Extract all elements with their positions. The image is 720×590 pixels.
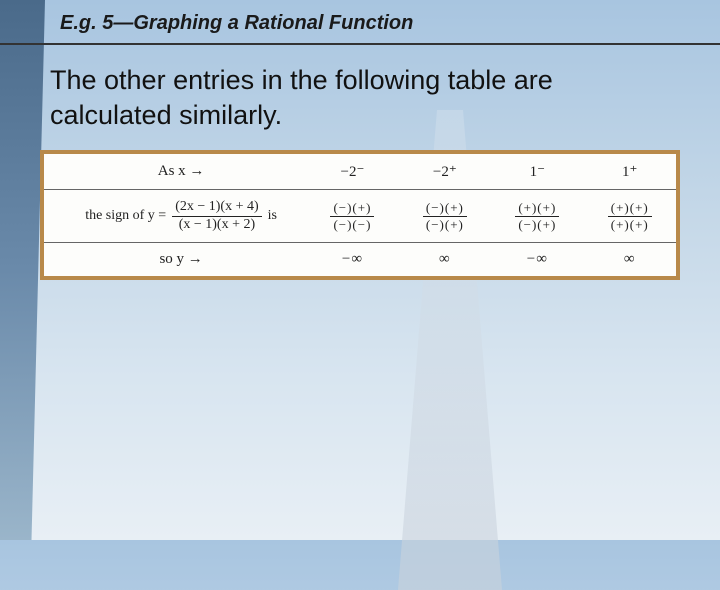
row3-val-3: ∞ (584, 243, 676, 277)
row1-label: As x → (44, 154, 306, 190)
row1-val-0: −2⁻ (306, 154, 398, 190)
rational-formula: (2x − 1)(x + 4) (x − 1)(x + 2) (172, 200, 261, 232)
row3-val-0: −∞ (306, 243, 398, 277)
row2-sign-3: (+)(+)(+)(+) (584, 190, 676, 243)
row2-sign-1: (−)(+)(−)(+) (399, 190, 491, 243)
row1-val-2: 1⁻ (491, 154, 583, 190)
row2-sign-0: (−)(+)(−)(−) (306, 190, 398, 243)
body-paragraph: The other entries in the following table… (0, 57, 720, 150)
slide-header: E.g. 5—Graphing a Rational Function (0, 0, 720, 45)
formula-numerator: (2x − 1)(x + 4) (172, 200, 261, 217)
row1-val-3: 1⁺ (584, 154, 676, 190)
row3-label: so y → (44, 243, 306, 277)
as-x-label: As x → (158, 163, 205, 179)
row2-sign-2: (+)(+)(−)(+) (491, 190, 583, 243)
slide-title: E.g. 5—Graphing a Rational Function (60, 12, 720, 35)
row3-val-2: −∞ (491, 243, 583, 277)
row2-label: the sign of y = (2x − 1)(x + 4) (x − 1)(… (44, 190, 306, 243)
table-row: As x → −2⁻ −2⁺ 1⁻ 1⁺ (44, 154, 676, 190)
table: As x → −2⁻ −2⁺ 1⁻ 1⁺ the sign of y = (2x… (44, 154, 676, 276)
table-row: so y → −∞ ∞ −∞ ∞ (44, 243, 676, 277)
row3-val-1: ∞ (399, 243, 491, 277)
formula-denominator: (x − 1)(x + 2) (172, 217, 261, 233)
table-row: the sign of y = (2x − 1)(x + 4) (x − 1)(… (44, 190, 676, 243)
row1-val-1: −2⁺ (399, 154, 491, 190)
sign-analysis-table: As x → −2⁻ −2⁺ 1⁻ 1⁺ the sign of y = (2x… (40, 150, 680, 280)
sign-suffix: is (268, 208, 277, 224)
sign-prefix: the sign of y = (85, 208, 166, 224)
